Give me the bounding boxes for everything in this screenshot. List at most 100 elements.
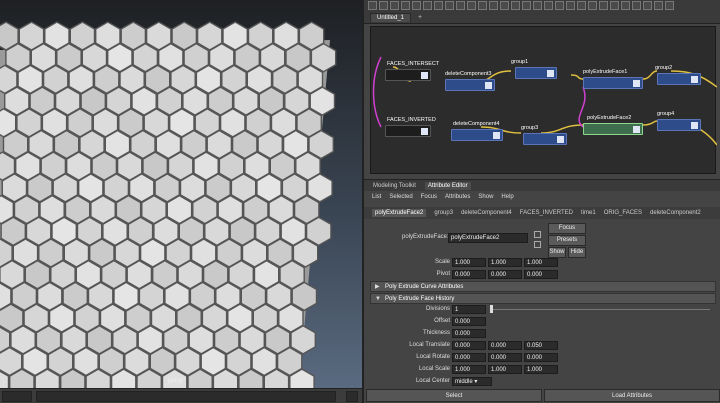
tab-orig-faces[interactable]: ORIG_FACES bbox=[604, 210, 642, 216]
pivot-label: Pivot bbox=[436, 271, 450, 277]
toolbar-icon[interactable] bbox=[445, 1, 454, 10]
node-icon bbox=[691, 76, 698, 83]
node-faces-intersect[interactable] bbox=[385, 69, 431, 81]
toolbar-icon[interactable] bbox=[379, 1, 388, 10]
local-translate-y[interactable]: 0.000 bbox=[488, 341, 522, 350]
toolbar-icon[interactable] bbox=[423, 1, 432, 10]
tab-deletecomponent2[interactable]: deleteComponent2 bbox=[650, 210, 701, 216]
toolbar-icon[interactable] bbox=[401, 1, 410, 10]
toolbar-icon[interactable] bbox=[544, 1, 553, 10]
menu-show[interactable]: Show bbox=[478, 194, 493, 200]
local-translate-z[interactable]: 0.050 bbox=[524, 341, 558, 350]
local-rotate-z[interactable]: 0.000 bbox=[524, 353, 558, 362]
bottom-buttons: Select Load Attributes bbox=[364, 388, 720, 403]
toolbar-icon[interactable] bbox=[621, 1, 630, 10]
offset-field[interactable]: 0.000 bbox=[452, 317, 486, 326]
node-deletecomponent3[interactable] bbox=[445, 79, 495, 91]
node-label: polyExtrudeFace1 bbox=[583, 69, 628, 75]
node-name-field[interactable]: polyExtrudeFace2 bbox=[448, 233, 528, 243]
toolbar-icon[interactable] bbox=[478, 1, 487, 10]
tab-untitled[interactable]: Untitled_1 bbox=[370, 13, 412, 22]
pivot-x-field[interactable]: 0.000 bbox=[452, 270, 486, 279]
tab-time1[interactable]: time1 bbox=[581, 210, 596, 216]
local-scale-label: Local Scale bbox=[418, 366, 450, 372]
node-polyextrudeface1[interactable] bbox=[583, 77, 643, 89]
toolbar-icon[interactable] bbox=[533, 1, 542, 10]
tab-deletecomponent4[interactable]: deleteComponent4 bbox=[461, 210, 512, 216]
divisions-slider[interactable] bbox=[490, 309, 710, 310]
node-polyextrudeface2[interactable] bbox=[583, 123, 643, 135]
load-attributes-button[interactable]: Load Attributes bbox=[544, 389, 720, 402]
toolbar-icon[interactable] bbox=[566, 1, 575, 10]
toolbar-icon[interactable] bbox=[390, 1, 399, 10]
input-connection-icon[interactable] bbox=[534, 231, 541, 238]
node-faces-inverted[interactable] bbox=[385, 125, 431, 137]
menu-selected[interactable]: Selected bbox=[389, 194, 412, 200]
select-button[interactable]: Select bbox=[366, 389, 542, 402]
menu-help[interactable]: Help bbox=[501, 194, 513, 200]
command-line[interactable] bbox=[36, 391, 336, 402]
local-translate-x[interactable]: 0.000 bbox=[452, 341, 486, 350]
script-editor-icon[interactable] bbox=[346, 391, 358, 402]
node-tabs: polyExtrudeFace2 group3 deleteComponent4… bbox=[364, 207, 720, 219]
divisions-field[interactable]: 1 bbox=[452, 305, 486, 314]
toolbar-icon[interactable] bbox=[577, 1, 586, 10]
scale-x-field[interactable]: 1.000 bbox=[452, 258, 486, 267]
toolbar-icon[interactable] bbox=[511, 1, 520, 10]
node-graph[interactable]: FACES_INTERSECT deleteComponent3 group1 … bbox=[370, 26, 717, 174]
toolbar-icon[interactable] bbox=[412, 1, 421, 10]
local-rotate-x[interactable]: 0.000 bbox=[452, 353, 486, 362]
tab-group3[interactable]: group3 bbox=[434, 210, 453, 216]
node-editor-toolbar bbox=[364, 0, 720, 12]
toolbar-icon[interactable] bbox=[368, 1, 377, 10]
node-group1[interactable] bbox=[515, 67, 557, 79]
presets-button[interactable]: Presets bbox=[548, 235, 586, 246]
toolbar-icon[interactable] bbox=[654, 1, 663, 10]
output-connection-icon[interactable] bbox=[534, 241, 541, 248]
node-icon bbox=[421, 128, 428, 135]
toolbar-icon[interactable] bbox=[588, 1, 597, 10]
scale-z-field[interactable]: 1.000 bbox=[524, 258, 558, 267]
menu-list[interactable]: List bbox=[372, 194, 381, 200]
toolbar-icon[interactable] bbox=[500, 1, 509, 10]
toolbar-icon[interactable] bbox=[610, 1, 619, 10]
toolbar-icon[interactable] bbox=[489, 1, 498, 10]
local-rotate-y[interactable]: 0.000 bbox=[488, 353, 522, 362]
status-field[interactable] bbox=[2, 391, 32, 402]
thickness-field[interactable]: 0.000 bbox=[452, 329, 486, 338]
menu-attributes[interactable]: Attributes bbox=[445, 194, 470, 200]
add-tab-button[interactable]: + bbox=[415, 14, 425, 21]
pivot-y-field[interactable]: 0.000 bbox=[488, 270, 522, 279]
toolbar-icon[interactable] bbox=[643, 1, 652, 10]
section-face-history[interactable]: ▼ Poly Extrude Face History bbox=[370, 293, 716, 304]
pivot-z-field[interactable]: 0.000 bbox=[524, 270, 558, 279]
toolbar-icon[interactable] bbox=[599, 1, 608, 10]
toolbar-icon[interactable] bbox=[522, 1, 531, 10]
section-curve-attributes[interactable]: ▶ Poly Extrude Curve Attributes bbox=[370, 281, 716, 292]
node-group4[interactable] bbox=[657, 119, 701, 131]
toolbar-icon[interactable] bbox=[555, 1, 564, 10]
toolbar-icon[interactable] bbox=[467, 1, 476, 10]
3d-viewport[interactable]: persp bbox=[0, 0, 362, 388]
tab-attribute-editor[interactable]: Attribute Editor bbox=[424, 181, 471, 190]
divisions-slider-handle[interactable] bbox=[490, 305, 493, 313]
tab-polyextrudeface2[interactable]: polyExtrudeFace2 bbox=[372, 209, 427, 217]
toolbar-icon[interactable] bbox=[665, 1, 674, 10]
node-label: group2 bbox=[655, 65, 673, 71]
local-scale-z[interactable]: 1.000 bbox=[524, 365, 558, 374]
local-center-dropdown[interactable]: middle ▾ bbox=[452, 377, 492, 386]
tab-modeling-toolkit[interactable]: Modeling Toolkit bbox=[370, 182, 419, 190]
scale-y-field[interactable]: 1.000 bbox=[488, 258, 522, 267]
node-group3[interactable] bbox=[523, 133, 567, 145]
toolbar-icon[interactable] bbox=[456, 1, 465, 10]
node-group2[interactable] bbox=[657, 73, 701, 85]
collapse-arrow-icon: ▼ bbox=[375, 296, 381, 302]
menu-focus[interactable]: Focus bbox=[421, 194, 437, 200]
toolbar-icon[interactable] bbox=[632, 1, 641, 10]
local-scale-x[interactable]: 1.000 bbox=[452, 365, 486, 374]
node-deletecomponent4[interactable] bbox=[451, 129, 503, 141]
toolbar-icon[interactable] bbox=[434, 1, 443, 10]
focus-button[interactable]: Focus bbox=[548, 223, 586, 234]
tab-faces-inverted[interactable]: FACES_INVERTED bbox=[520, 210, 573, 216]
local-scale-y[interactable]: 1.000 bbox=[488, 365, 522, 374]
